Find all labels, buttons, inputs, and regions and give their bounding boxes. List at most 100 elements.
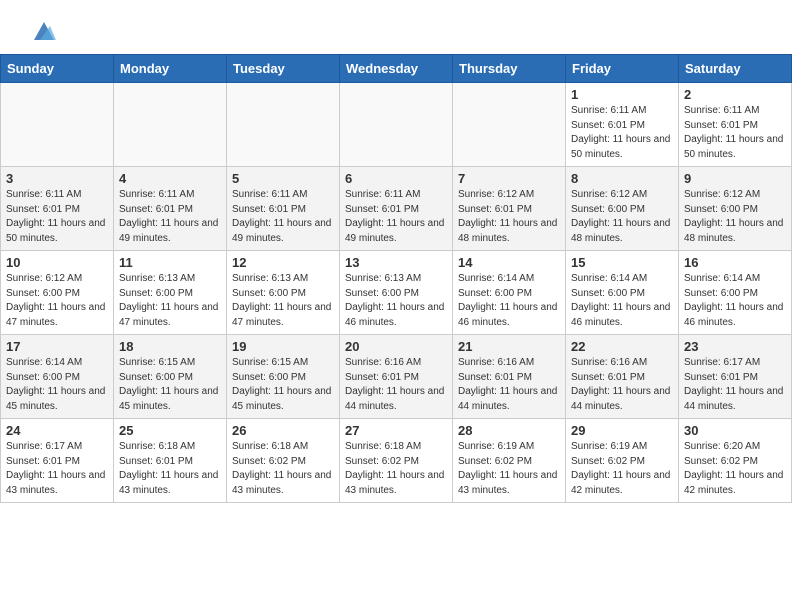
day-number: 5 [232,171,334,186]
calendar-cell: 21 Sunrise: 6:16 AMSunset: 6:01 PMDayligh… [453,335,566,419]
day-info: Sunrise: 6:19 AMSunset: 6:02 PMDaylight:… [458,440,560,498]
calendar-cell: 15 Sunrise: 6:14 AMSunset: 6:00 PMDayligh… [566,251,679,335]
calendar-cell: 2 Sunrise: 6:11 AMSunset: 6:01 PMDaylight… [679,83,792,167]
day-info: Sunrise: 6:14 AMSunset: 6:00 PMDaylight:… [6,356,108,414]
calendar-cell: 20Sunrise: 6:16 AMSunset: 6:01 PMDayligh… [340,335,453,419]
day-number: 14 [458,255,560,270]
calendar-cell: 27 Sunrise: 6:18 AMSunset: 6:02 PMDayligh… [340,419,453,503]
calendar-cell: 24 Sunrise: 6:17 AMSunset: 6:01 PMDayligh… [1,419,114,503]
calendar-cell: 26 Sunrise: 6:18 AMSunset: 6:02 PMDayligh… [227,419,340,503]
calendar-cell: 9 Sunrise: 6:12 AMSunset: 6:00 PMDaylight… [679,167,792,251]
weekday-header-tuesday: Tuesday [227,55,340,83]
day-number: 9 [684,171,786,186]
day-info: Sunrise: 6:11 AMSunset: 6:01 PMDaylight:… [684,104,786,162]
calendar-cell: 14 Sunrise: 6:14 AMSunset: 6:00 PMDayligh… [453,251,566,335]
day-number: 30 [684,423,786,438]
weekday-header-thursday: Thursday [453,55,566,83]
calendar-cell: 28 Sunrise: 6:19 AMSunset: 6:02 PMDayligh… [453,419,566,503]
weekday-header-sunday: Sunday [1,55,114,83]
calendar-cell: 29 Sunrise: 6:19 AMSunset: 6:02 PMDayligh… [566,419,679,503]
day-number: 20 [345,339,447,354]
day-number: 15 [571,255,673,270]
calendar-cell [453,83,566,167]
calendar-cell: 8Sunrise: 6:12 AMSunset: 6:00 PMDaylight… [566,167,679,251]
day-number: 17 [6,339,108,354]
page-header [0,0,792,54]
day-info: Sunrise: 6:12 AMSunset: 6:00 PMDaylight:… [6,272,108,330]
calendar-cell: 6 Sunrise: 6:11 AMSunset: 6:01 PMDaylight… [340,167,453,251]
day-number: 28 [458,423,560,438]
calendar-cell: 13 Sunrise: 6:13 AMSunset: 6:00 PMDayligh… [340,251,453,335]
day-info: Sunrise: 6:18 AMSunset: 6:02 PMDaylight:… [345,440,447,498]
weekday-header-friday: Friday [566,55,679,83]
calendar-cell [340,83,453,167]
day-info: Sunrise: 6:11 AMSunset: 6:01 PMDaylight:… [571,104,673,162]
day-number: 26 [232,423,334,438]
calendar-cell: 16Sunrise: 6:14 AMSunset: 6:00 PMDayligh… [679,251,792,335]
day-info: Sunrise: 6:15 AMSunset: 6:00 PMDaylight:… [119,356,221,414]
calendar-cell: 18 Sunrise: 6:15 AMSunset: 6:00 PMDayligh… [114,335,227,419]
day-info: Sunrise: 6:13 AMSunset: 6:00 PMDaylight:… [232,272,334,330]
calendar-week-row: 10 Sunrise: 6:12 AMSunset: 6:00 PMDayligh… [1,251,792,335]
calendar-cell: 12 Sunrise: 6:13 AMSunset: 6:00 PMDayligh… [227,251,340,335]
day-info: Sunrise: 6:14 AMSunset: 6:00 PMDaylight:… [458,272,560,330]
day-info: Sunrise: 6:17 AMSunset: 6:01 PMDaylight:… [684,356,786,414]
day-info: Sunrise: 6:18 AMSunset: 6:02 PMDaylight:… [232,440,334,498]
calendar-week-row: 1 Sunrise: 6:11 AMSunset: 6:01 PMDaylight… [1,83,792,167]
calendar-cell [227,83,340,167]
day-number: 3 [6,171,108,186]
day-number: 8 [571,171,673,186]
calendar-week-row: 17 Sunrise: 6:14 AMSunset: 6:00 PMDayligh… [1,335,792,419]
day-info: Sunrise: 6:11 AMSunset: 6:01 PMDaylight:… [345,188,447,246]
calendar-cell: 23 Sunrise: 6:17 AMSunset: 6:01 PMDayligh… [679,335,792,419]
calendar-cell: 4Sunrise: 6:11 AMSunset: 6:01 PMDaylight… [114,167,227,251]
calendar-cell: 3 Sunrise: 6:11 AMSunset: 6:01 PMDaylight… [1,167,114,251]
calendar-table: SundayMondayTuesdayWednesdayThursdayFrid… [0,54,792,503]
calendar-week-row: 3 Sunrise: 6:11 AMSunset: 6:01 PMDaylight… [1,167,792,251]
day-info: Sunrise: 6:12 AMSunset: 6:00 PMDaylight:… [684,188,786,246]
day-number: 22 [571,339,673,354]
calendar-cell: 25 Sunrise: 6:18 AMSunset: 6:01 PMDayligh… [114,419,227,503]
calendar-cell: 5 Sunrise: 6:11 AMSunset: 6:01 PMDaylight… [227,167,340,251]
day-info: Sunrise: 6:11 AMSunset: 6:01 PMDaylight:… [6,188,108,246]
day-number: 18 [119,339,221,354]
day-info: Sunrise: 6:13 AMSunset: 6:00 PMDaylight:… [119,272,221,330]
calendar-cell [1,83,114,167]
day-info: Sunrise: 6:11 AMSunset: 6:01 PMDaylight:… [119,188,221,246]
calendar-cell: 22 Sunrise: 6:16 AMSunset: 6:01 PMDayligh… [566,335,679,419]
day-number: 27 [345,423,447,438]
calendar-cell: 7 Sunrise: 6:12 AMSunset: 6:01 PMDaylight… [453,167,566,251]
day-info: Sunrise: 6:17 AMSunset: 6:01 PMDaylight:… [6,440,108,498]
day-number: 7 [458,171,560,186]
day-number: 13 [345,255,447,270]
day-info: Sunrise: 6:19 AMSunset: 6:02 PMDaylight:… [571,440,673,498]
calendar-cell: 17 Sunrise: 6:14 AMSunset: 6:00 PMDayligh… [1,335,114,419]
day-number: 23 [684,339,786,354]
day-info: Sunrise: 6:14 AMSunset: 6:00 PMDaylight:… [684,272,786,330]
day-number: 24 [6,423,108,438]
day-number: 1 [571,87,673,102]
calendar-week-row: 24 Sunrise: 6:17 AMSunset: 6:01 PMDayligh… [1,419,792,503]
calendar-cell [114,83,227,167]
day-number: 12 [232,255,334,270]
day-number: 21 [458,339,560,354]
day-info: Sunrise: 6:20 AMSunset: 6:02 PMDaylight:… [684,440,786,498]
day-info: Sunrise: 6:18 AMSunset: 6:01 PMDaylight:… [119,440,221,498]
day-number: 6 [345,171,447,186]
weekday-header-saturday: Saturday [679,55,792,83]
day-info: Sunrise: 6:13 AMSunset: 6:00 PMDaylight:… [345,272,447,330]
logo [24,18,58,46]
day-info: Sunrise: 6:16 AMSunset: 6:01 PMDaylight:… [458,356,560,414]
day-info: Sunrise: 6:15 AMSunset: 6:00 PMDaylight:… [232,356,334,414]
day-number: 2 [684,87,786,102]
day-number: 19 [232,339,334,354]
day-number: 29 [571,423,673,438]
day-info: Sunrise: 6:14 AMSunset: 6:00 PMDaylight:… [571,272,673,330]
calendar-cell: 11Sunrise: 6:13 AMSunset: 6:00 PMDayligh… [114,251,227,335]
day-number: 25 [119,423,221,438]
day-info: Sunrise: 6:11 AMSunset: 6:01 PMDaylight:… [232,188,334,246]
day-info: Sunrise: 6:12 AMSunset: 6:01 PMDaylight:… [458,188,560,246]
weekday-header-wednesday: Wednesday [340,55,453,83]
day-info: Sunrise: 6:16 AMSunset: 6:01 PMDaylight:… [571,356,673,414]
day-number: 10 [6,255,108,270]
